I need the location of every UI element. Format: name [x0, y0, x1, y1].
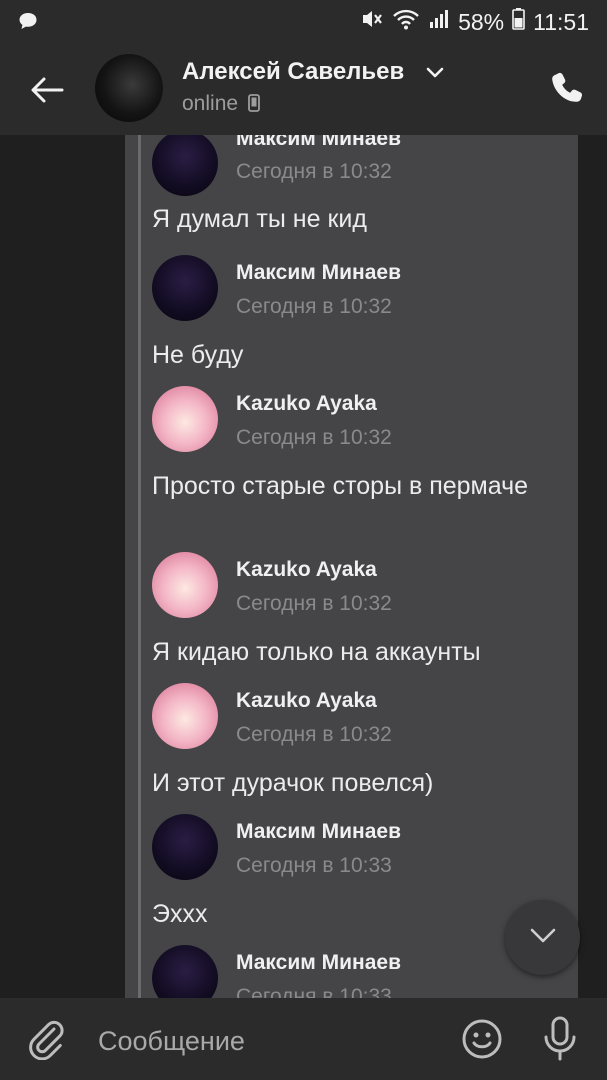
- message-time: Сегодня в 10:33: [236, 985, 392, 998]
- message-time: Сегодня в 10:33: [236, 854, 392, 877]
- mobile-device-icon: [244, 92, 260, 115]
- clock: 11:51: [533, 8, 589, 35]
- phone-icon: [548, 72, 588, 112]
- message-time: Сегодня в 10:32: [236, 592, 392, 615]
- message-text: Я кидаю только на аккаунты: [152, 638, 481, 666]
- message-notification-icon: [18, 11, 38, 37]
- attach-icon[interactable]: [26, 1018, 68, 1065]
- signal-icon: [428, 8, 450, 36]
- scroll-to-bottom-button[interactable]: [505, 900, 580, 975]
- message-author[interactable]: Kazuko Ayaka: [236, 558, 377, 582]
- avatar[interactable]: [152, 255, 218, 321]
- avatar[interactable]: [152, 683, 218, 749]
- message-text: Я думал ты не кид: [152, 205, 367, 233]
- contact-status: online: [182, 92, 260, 116]
- battery-icon: [512, 8, 525, 36]
- forward-indicator-line: [138, 135, 141, 998]
- chevron-down-icon: [528, 925, 558, 950]
- message-composer: [0, 998, 607, 1080]
- microphone-icon[interactable]: [538, 1015, 582, 1068]
- message-text: Не буду: [152, 341, 244, 369]
- avatar[interactable]: [152, 552, 218, 618]
- message-author[interactable]: Максим Минаев: [236, 261, 401, 285]
- avatar[interactable]: [152, 814, 218, 880]
- message-author[interactable]: Максим Минаев: [236, 135, 401, 151]
- message-text: И этот дурачок повелся): [152, 769, 434, 797]
- back-button[interactable]: [22, 66, 70, 114]
- message-time: Сегодня в 10:32: [236, 160, 392, 183]
- status-bar: 58% 11:51: [0, 0, 607, 42]
- contact-name[interactable]: Алексей Савельев: [182, 58, 404, 86]
- chat-header: Алексей Савельев online: [0, 42, 607, 135]
- message-author[interactable]: Максим Минаев: [236, 820, 401, 844]
- back-arrow-icon: [22, 77, 70, 118]
- call-button[interactable]: [548, 68, 588, 108]
- message-time: Сегодня в 10:32: [236, 295, 392, 318]
- message-author[interactable]: Максим Минаев: [236, 951, 401, 975]
- contact-avatar[interactable]: [95, 54, 163, 122]
- message-text: Просто старые сторы в пермаче: [152, 472, 529, 500]
- battery-percent: 58%: [458, 8, 505, 35]
- contact-status-text: online: [182, 92, 239, 115]
- mute-icon: [360, 8, 384, 36]
- message-time: Сегодня в 10:32: [236, 426, 392, 449]
- message-text: Эххх: [152, 900, 208, 928]
- wifi-icon: [392, 8, 420, 36]
- chat-area[interactable]: Максим Минаев Сегодня в 10:32 Я думал ты…: [0, 135, 607, 998]
- chevron-down-icon[interactable]: [425, 64, 445, 85]
- message-input[interactable]: [96, 1020, 440, 1062]
- message-author[interactable]: Kazuko Ayaka: [236, 392, 377, 416]
- message-author[interactable]: Kazuko Ayaka: [236, 689, 377, 713]
- emoji-icon[interactable]: [460, 1017, 504, 1066]
- avatar[interactable]: [152, 386, 218, 452]
- message-time: Сегодня в 10:32: [236, 723, 392, 746]
